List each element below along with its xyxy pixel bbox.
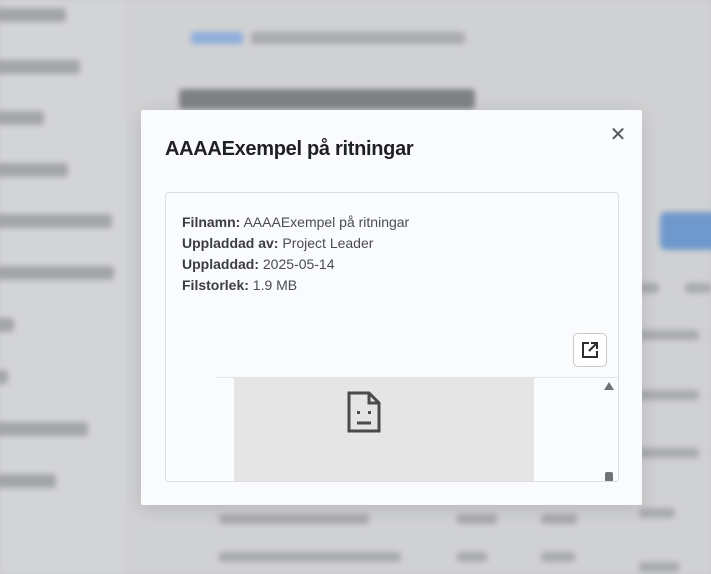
uploaded-by-row: Uppladdad av: Project Leader (182, 233, 409, 254)
uploaded-date-label: Uppladdad: (182, 256, 259, 272)
filename-label: Filnamn: (182, 214, 241, 230)
modal-title: AAAAExempel på ritningar (165, 138, 414, 160)
table-cell (639, 390, 699, 400)
broken-document-icon (347, 391, 381, 433)
uploaded-date-value: 2025-05-14 (262, 256, 335, 272)
sidebar-item (0, 60, 80, 74)
preview-pane (234, 378, 534, 481)
table-header (685, 283, 711, 293)
table-cell (457, 552, 487, 562)
page-title (179, 89, 475, 109)
uploaded-by-value: Project Leader (282, 235, 374, 251)
sidebar-item (0, 111, 44, 125)
sidebar-item (0, 266, 114, 280)
file-metadata: Filnamn: AAAAExempel på ritningar Upplad… (182, 212, 409, 296)
filesize-row: Filstorlek: 1.9 MB (182, 275, 409, 296)
table-cell (457, 514, 497, 524)
file-preview-modal: AAAAExempel på ritningar ✕ Filnamn: AAAA… (141, 110, 642, 505)
sidebar-item (0, 318, 14, 332)
uploaded-by-label: Uppladdad av: (182, 235, 279, 251)
primary-button (660, 212, 711, 250)
filename-value: AAAAExempel på ritningar (243, 214, 410, 230)
sidebar-item (0, 474, 56, 488)
table-cell (219, 514, 369, 524)
table-header (639, 283, 659, 293)
filesize-label: Filstorlek: (182, 277, 249, 293)
uploaded-date-row: Uppladdad: 2025-05-14 (182, 254, 409, 275)
scroll-up-arrow[interactable] (604, 382, 614, 390)
table-cell (541, 514, 577, 524)
document-preview-frame[interactable] (166, 377, 618, 481)
breadcrumb (191, 32, 243, 44)
sidebar-item (0, 163, 68, 177)
filesize-value: 1.9 MB (252, 277, 298, 293)
table-cell (639, 330, 699, 340)
external-link-icon (582, 342, 598, 358)
table-cell (639, 448, 699, 458)
scrollbar-thumb[interactable] (605, 472, 613, 481)
table-cell (639, 508, 675, 518)
table-cell (219, 552, 401, 562)
sidebar (0, 0, 129, 574)
file-details-card: Filnamn: AAAAExempel på ritningar Upplad… (165, 192, 619, 482)
close-button[interactable]: ✕ (607, 124, 629, 146)
sidebar-item (0, 370, 8, 384)
sidebar-item (0, 214, 112, 228)
table-cell (541, 552, 575, 562)
filename-row: Filnamn: AAAAExempel på ritningar (182, 212, 409, 233)
sidebar-item (0, 422, 88, 436)
sidebar-item (0, 8, 66, 22)
open-in-new-tab-button[interactable] (573, 333, 607, 367)
table-cell (639, 562, 679, 572)
preview-edge (166, 377, 216, 378)
breadcrumb (251, 32, 465, 44)
